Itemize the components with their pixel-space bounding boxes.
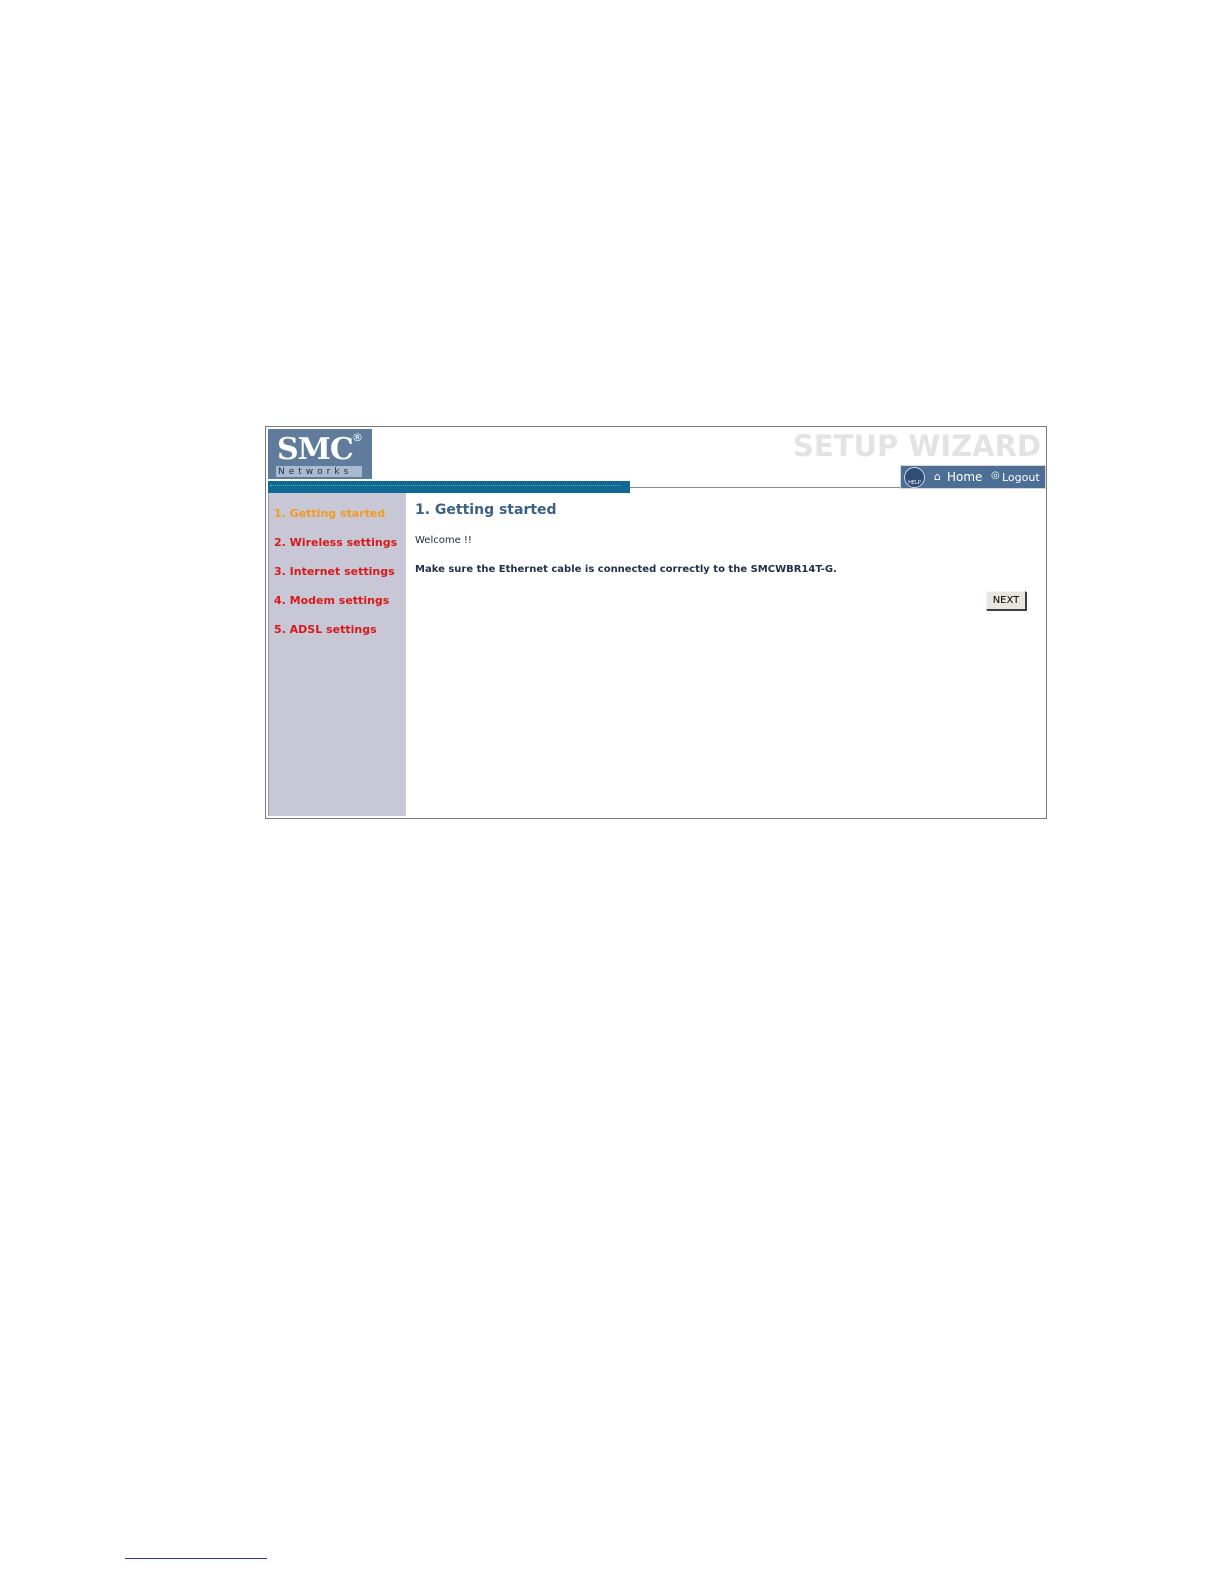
- logo-subtitle: Networks: [278, 467, 353, 477]
- next-button[interactable]: NEXT: [986, 591, 1026, 610]
- logo-registered-mark: ®: [352, 431, 363, 444]
- sidebar-item-modem-settings[interactable]: 4. Modem settings: [274, 594, 389, 607]
- sidebar-item-wireless-settings[interactable]: 2. Wireless settings: [274, 536, 397, 549]
- page-title: 1. Getting started: [415, 502, 557, 518]
- home-link[interactable]: Home: [947, 470, 982, 484]
- help-globe-icon[interactable]: HELP: [904, 467, 925, 488]
- top-nav-bar: HELP ⌂ Home ◎ Logout: [900, 465, 1046, 489]
- main-content: 1. Getting started Welcome !! Make sure …: [406, 493, 1045, 816]
- header-accent-bar: [268, 481, 630, 493]
- home-icon[interactable]: ⌂: [934, 470, 941, 483]
- sidebar-item-getting-started[interactable]: 1. Getting started: [274, 507, 385, 520]
- setup-wizard-title: SETUP WIZARD: [792, 429, 1041, 463]
- instruction-text: Make sure the Ethernet cable is connecte…: [415, 564, 837, 575]
- smc-logo: SMC ® Networks: [268, 429, 372, 479]
- logo-text: SMC: [277, 432, 354, 467]
- wizard-sidebar: 1. Getting started 2. Wireless settings …: [268, 493, 407, 816]
- welcome-text: Welcome !!: [415, 535, 472, 546]
- sidebar-item-internet-settings[interactable]: 3. Internet settings: [274, 565, 395, 578]
- sidebar-item-adsl-settings[interactable]: 5. ADSL settings: [274, 623, 377, 636]
- logout-link[interactable]: Logout: [1002, 471, 1040, 484]
- router-setup-screenshot: SMC ® Networks SETUP WIZARD HELP ⌂ Home …: [265, 426, 1047, 819]
- logout-icon[interactable]: ◎: [991, 470, 1000, 481]
- footnote-rule: [125, 1558, 267, 1559]
